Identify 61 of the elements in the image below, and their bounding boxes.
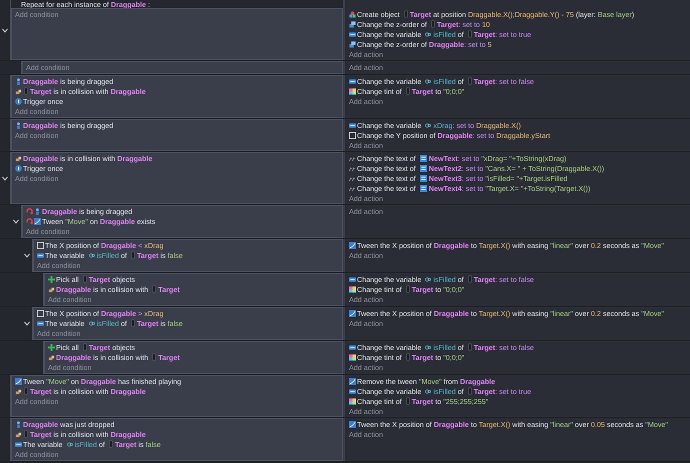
palette-icon [349,354,356,360]
object-icon [430,20,435,28]
text-object-icon [420,184,427,192]
text-icon [349,164,356,172]
text-icon [349,174,356,182]
text-object-icon [420,174,427,182]
object-icon [152,353,156,361]
variable-icon [349,276,356,282]
shapes-icon [349,10,356,18]
variable-scope-icon [66,442,73,446]
object-icon [108,440,113,448]
collapse-chevron-icon[interactable] [24,253,30,258]
variable-scope-icon [88,252,95,258]
layers-icon [349,40,356,48]
collapse-chevron-icon[interactable] [2,28,8,32]
object-icon [130,319,135,327]
palette-icon [349,398,356,404]
text-object-icon [420,164,427,172]
variable-scope-icon [425,122,432,128]
object-icon [468,77,472,85]
object-icon [406,87,410,95]
tween-icon [349,242,356,248]
object-icon [24,430,28,438]
variable-scope-icon [425,388,432,394]
variable-icon [349,78,356,84]
text-icon [349,154,356,162]
object-icon [406,353,410,361]
palette-icon [349,88,356,94]
object-icon [406,397,410,405]
variable-scope-icon [425,32,432,36]
variable-icon [349,30,356,38]
object-icon [468,387,472,395]
square-icon [349,132,356,138]
text-object-icon [420,154,427,162]
object-icon [130,251,135,259]
variable-icon [349,344,356,350]
object-icon [82,343,87,351]
collapse-chevron-icon[interactable] [2,176,8,180]
text-icon [349,184,356,192]
layers-icon [349,20,356,28]
variable-scope-icon [425,78,432,84]
object-icon [468,275,472,283]
variable-scope-icon [425,344,432,350]
tween-icon [349,378,356,384]
object-icon [152,285,156,293]
object-icon [468,30,472,38]
object-icon [24,87,28,95]
object-icon [468,343,472,351]
tween-icon [349,310,356,316]
tween-icon [349,420,356,428]
variable-scope-icon [88,320,95,326]
object-icon [82,275,87,283]
object-icon [406,285,410,293]
variable-icon [349,122,356,128]
object-icon [404,10,408,18]
object-icon [24,387,28,395]
collapse-chevron-icon[interactable] [13,219,19,224]
variable-icon [349,388,356,394]
palette-icon [349,286,356,292]
collapse-chevron-icon[interactable] [24,321,30,326]
variable-scope-icon [425,276,432,282]
